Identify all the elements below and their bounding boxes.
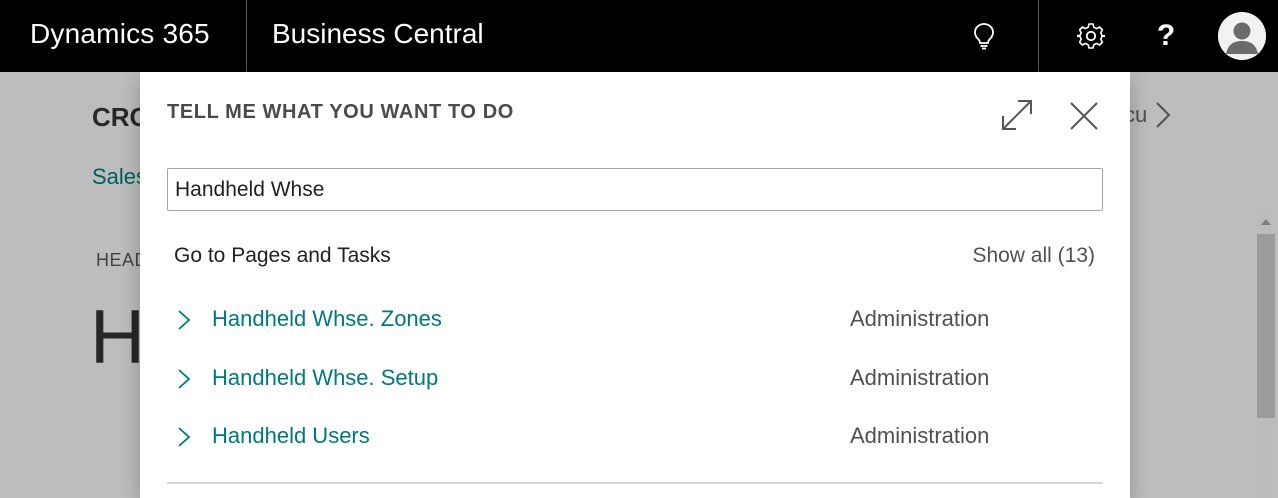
show-all-link[interactable]: Show all (13) xyxy=(972,244,1095,268)
avatar[interactable] xyxy=(1218,12,1266,60)
expand-icon[interactable] xyxy=(1000,98,1034,132)
chevron-right-icon xyxy=(177,426,191,453)
search-input[interactable] xyxy=(167,168,1103,211)
help-icon[interactable]: ? xyxy=(1150,20,1182,52)
result-label[interactable]: Handheld Whse. Zones xyxy=(212,306,442,332)
close-icon[interactable] xyxy=(1068,100,1100,132)
topbar-divider xyxy=(1038,0,1039,72)
divider xyxy=(167,482,1103,484)
result-label[interactable]: Handheld Users xyxy=(212,423,370,449)
result-item[interactable]: Handheld Whse. Zones Administration xyxy=(167,296,1103,342)
lightbulb-icon[interactable] xyxy=(968,20,1000,52)
topbar-divider xyxy=(246,0,247,72)
result-category: Administration xyxy=(850,423,990,448)
gear-icon[interactable] xyxy=(1075,20,1107,52)
tell-me-dialog: TELL ME WHAT YOU WANT TO DO Go to Pages … xyxy=(140,72,1130,498)
result-item[interactable]: Handheld Whse. Setup Administration xyxy=(167,355,1103,401)
app-name[interactable]: Business Central xyxy=(272,18,484,50)
result-item[interactable]: Handheld Users Administration xyxy=(167,413,1103,459)
section-title: Go to Pages and Tasks xyxy=(174,244,391,267)
result-category: Administration xyxy=(850,365,990,390)
dialog-title: TELL ME WHAT YOU WANT TO DO xyxy=(167,101,514,123)
result-label[interactable]: Handheld Whse. Setup xyxy=(212,365,438,391)
result-category: Administration xyxy=(850,306,990,331)
chevron-right-icon xyxy=(177,368,191,395)
chevron-right-icon xyxy=(177,309,191,336)
top-navigation-bar: Dynamics 365 Business Central ? xyxy=(0,0,1278,72)
brand-name[interactable]: Dynamics 365 xyxy=(30,18,210,50)
